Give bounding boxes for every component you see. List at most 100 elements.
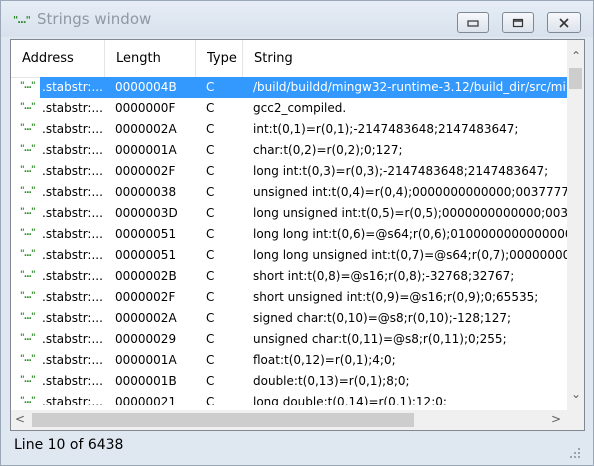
string-cell: long unsigned int:t(0,5)=r(0,5);00000000… — [253, 206, 567, 220]
string-cell: int:t(0,1)=r(0,1);-2147483648;2147483647… — [253, 122, 519, 136]
horizontal-scrollbar[interactable]: < > — [11, 410, 567, 430]
address-cell: .stabstr:... — [42, 374, 103, 388]
resize-grip-icon[interactable] — [569, 447, 581, 459]
close-button[interactable] — [547, 12, 581, 33]
strings-list[interactable]: Address Length Type String "..." .stabst… — [10, 39, 585, 431]
length-cell: 0000004B — [105, 77, 196, 98]
address-cell: .stabstr:... — [42, 164, 103, 178]
string-icon: "..." — [20, 375, 36, 385]
table-row[interactable]: "..." .stabstr:... 0000001B C double:t(0… — [11, 371, 567, 392]
length-cell: 00000051 — [115, 227, 177, 241]
vertical-scrollbar[interactable]: ⌃ ⌄ — [567, 40, 584, 412]
table-row[interactable]: "..." .stabstr:... 0000004B C /build/bui… — [11, 77, 567, 98]
address-cell: .stabstr:... — [42, 353, 103, 367]
table-row[interactable]: "..." .stabstr:... 00000051 C long long … — [11, 245, 567, 266]
scroll-right-icon[interactable]: > — [551, 412, 561, 426]
scroll-left-icon[interactable]: < — [15, 412, 25, 426]
type-cell: C — [206, 269, 215, 283]
string-cell: long int:t(0,3)=r(0,3);-2147483648;21474… — [253, 164, 549, 178]
string-icon: "..." — [20, 228, 36, 238]
length-cell: 00000038 — [115, 185, 177, 199]
string-cell: long long int:t(0,6)=@s64;r(0,6);0100000… — [253, 227, 567, 241]
type-cell: C — [206, 122, 215, 136]
type-cell: C — [206, 185, 215, 199]
table-row[interactable]: "..." .stabstr:... 00000038 C unsigned i… — [11, 182, 567, 203]
address-cell: .stabstr:... — [42, 395, 103, 405]
table-row[interactable]: "..." .stabstr:... 00000051 C long long … — [11, 224, 567, 245]
address-cell: .stabstr:... — [42, 206, 103, 220]
table-body: "..." .stabstr:... 0000004B C /build/bui… — [11, 68, 567, 405]
status-bar: Line 10 of 6438 — [1, 433, 593, 465]
length-cell: 00000029 — [115, 332, 177, 346]
table-row[interactable]: "..." .stabstr:... 0000002F C long int:t… — [11, 161, 567, 182]
type-cell: C — [196, 77, 243, 98]
string-icon: "..." — [20, 144, 36, 154]
string-icon: "..." — [20, 165, 36, 175]
type-cell: C — [206, 227, 215, 241]
string-icon: "..." — [20, 207, 36, 217]
type-cell: C — [206, 374, 215, 388]
type-cell: C — [206, 248, 215, 262]
address-cell: .stabstr:... — [42, 227, 103, 241]
length-cell: 0000000F — [115, 101, 176, 115]
table-row[interactable]: "..." .stabstr:... 0000003D C long unsig… — [11, 203, 567, 224]
table-row[interactable]: "..." .stabstr:... 00000021 C long doubl… — [11, 392, 567, 405]
type-cell: C — [206, 101, 215, 115]
address-cell: .stabstr:... — [42, 311, 103, 325]
scroll-down-icon[interactable]: ⌄ — [571, 387, 581, 401]
type-cell: C — [206, 332, 215, 346]
string-icon: "..." — [20, 81, 36, 91]
string-icon: "..." — [20, 291, 36, 301]
type-cell: C — [206, 290, 215, 304]
horizontal-scroll-thumb[interactable] — [32, 413, 414, 427]
scroll-up-icon[interactable]: ⌃ — [571, 49, 581, 63]
string-cell: unsigned int:t(0,4)=r(0,4);0000000000000… — [253, 185, 567, 199]
address-cell: .stabstr:... — [42, 290, 103, 304]
address-cell: .stabstr:... — [42, 122, 103, 136]
close-icon — [559, 17, 569, 28]
length-cell: 0000001A — [115, 143, 177, 157]
vertical-scroll-thumb[interactable] — [569, 68, 582, 89]
table-row[interactable]: "..." .stabstr:... 0000002A C int:t(0,1)… — [11, 119, 567, 140]
length-cell: 0000002B — [115, 269, 177, 283]
maximize-button[interactable] — [502, 12, 534, 33]
string-icon: "..." — [20, 270, 36, 280]
string-icon: "..." — [20, 354, 36, 364]
string-cell: char:t(0,2)=r(0,2);0;127; — [253, 143, 403, 157]
table-row[interactable]: "..." .stabstr:... 0000002B C short int:… — [11, 266, 567, 287]
table-row[interactable]: "..." .stabstr:... 0000001A C float:t(0,… — [11, 350, 567, 371]
string-cell: double:t(0,13)=r(0,1);8;0; — [253, 374, 410, 388]
string-icon: "..." — [20, 186, 36, 196]
length-cell: 0000001A — [115, 353, 177, 367]
string-cell: short int:t(0,8)=@s16;r(0,8);-32768;3276… — [253, 269, 515, 283]
strings-icon: "..." — [13, 15, 31, 26]
string-icon: "..." — [20, 333, 36, 343]
address-cell: .stabstr:... — [42, 248, 103, 262]
string-icon: "..." — [20, 312, 36, 322]
table-row[interactable]: "..." .stabstr:... 0000000F C gcc2_compi… — [11, 98, 567, 119]
length-cell: 00000021 — [115, 395, 177, 405]
table-row[interactable]: "..." .stabstr:... 0000001A C char:t(0,2… — [11, 140, 567, 161]
string-icon: "..." — [20, 396, 36, 405]
string-cell: gcc2_compiled. — [253, 101, 347, 115]
string-cell: long long unsigned int:t(0,7)=@s64;r(0,7… — [253, 248, 567, 262]
strings-window: "..." Strings window Address Length Type… — [0, 0, 594, 466]
type-cell: C — [206, 353, 215, 367]
length-cell: 0000003D — [115, 206, 178, 220]
string-cell: signed char:t(0,10)=@s8;r(0,10);-128;127… — [253, 311, 511, 325]
minimize-icon — [467, 19, 479, 27]
type-cell: C — [206, 395, 215, 405]
address-cell: .stabstr:... — [40, 77, 107, 98]
minimize-button[interactable] — [457, 12, 489, 33]
title-bar[interactable]: "..." Strings window — [1, 1, 593, 37]
length-cell: 0000001B — [115, 374, 177, 388]
table-row[interactable]: "..." .stabstr:... 00000029 C unsigned c… — [11, 329, 567, 350]
string-icon: "..." — [20, 102, 36, 112]
length-cell: 0000002F — [115, 290, 176, 304]
string-icon: "..." — [20, 123, 36, 133]
table-row[interactable]: "..." .stabstr:... 0000002A C signed cha… — [11, 308, 567, 329]
table-row[interactable]: "..." .stabstr:... 0000002F C short unsi… — [11, 287, 567, 308]
string-icon: "..." — [20, 249, 36, 259]
address-cell: .stabstr:... — [42, 332, 103, 346]
type-cell: C — [206, 143, 215, 157]
